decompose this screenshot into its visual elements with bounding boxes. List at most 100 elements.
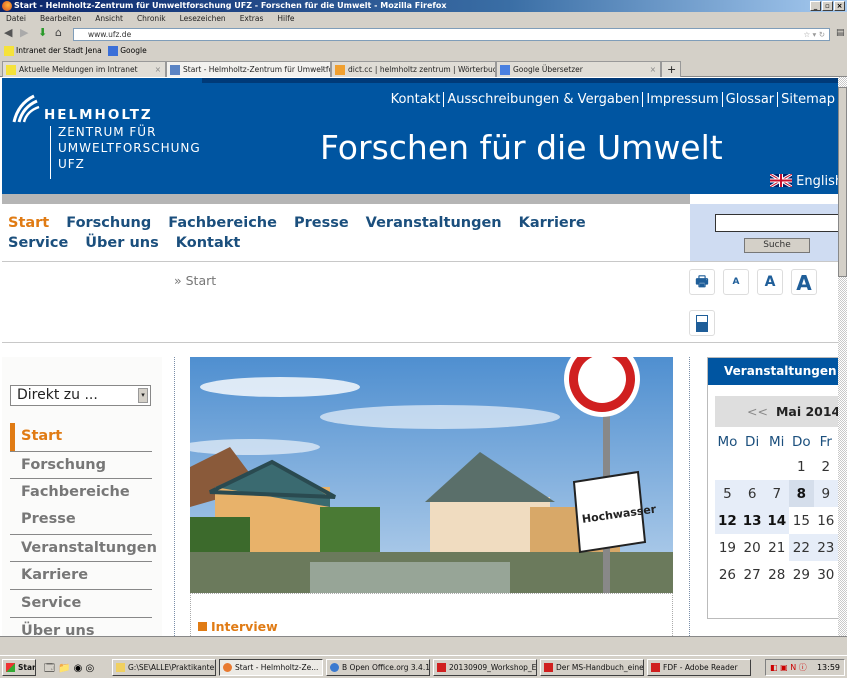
menu-lesezeichen[interactable]: Lesezeichen bbox=[180, 14, 226, 23]
side-item-veranstaltungen[interactable]: Veranstaltungen bbox=[10, 533, 157, 562]
calendar-day[interactable]: 15 bbox=[789, 507, 814, 534]
calendar-day[interactable]: 21 bbox=[764, 534, 789, 561]
side-item-forschung[interactable]: Forschung bbox=[10, 450, 152, 479]
toplink-kontakt[interactable]: Kontakt bbox=[388, 92, 444, 107]
font-normal-button[interactable]: A bbox=[757, 269, 783, 295]
taskbar-item[interactable]: B Open Office.org 3.4.1 bbox=[326, 659, 430, 676]
taskbar-item[interactable]: G:\SE\ALLE\Praktikanten ... bbox=[112, 659, 216, 676]
calendar-day[interactable]: 22 bbox=[789, 534, 814, 561]
teaser-label[interactable]: Interview bbox=[198, 619, 278, 634]
tab-intranet[interactable]: Aktuelle Meldungen im Intranet × bbox=[2, 61, 166, 77]
font-smaller-button[interactable]: A bbox=[723, 269, 749, 295]
bookmark-intranet[interactable]: Intranet der Stadt Jena bbox=[16, 46, 102, 55]
side-item-ueber-uns[interactable]: Über uns bbox=[10, 616, 152, 636]
nav-start[interactable]: Start bbox=[8, 215, 49, 231]
tab-google-translate[interactable]: Google Übersetzer × bbox=[496, 61, 661, 77]
home-icon[interactable]: ⌂ bbox=[55, 27, 62, 39]
horizontal-scrollbar[interactable] bbox=[0, 636, 847, 645]
calendar-day[interactable]: 6 bbox=[739, 480, 765, 507]
menu-chronik[interactable]: Chronik bbox=[137, 14, 166, 23]
direkt-zu-select[interactable]: Direkt zu ... ▾ bbox=[10, 385, 151, 406]
translate-icon bbox=[500, 65, 510, 75]
close-tab-icon[interactable]: × bbox=[155, 62, 161, 77]
side-item-presse[interactable]: Presse bbox=[10, 506, 152, 534]
download-icon[interactable]: ⬇ bbox=[38, 27, 47, 39]
url-bar[interactable]: www.ufz.de ☆ ▾ ↻ bbox=[73, 28, 830, 41]
side-item-service[interactable]: Service bbox=[10, 589, 152, 617]
prev-month-button[interactable]: << bbox=[747, 404, 768, 419]
quicklaunch-icons[interactable]: 🗔 📁 ◉ ◎ bbox=[44, 661, 94, 678]
calendar-day[interactable]: 16 bbox=[814, 507, 838, 534]
calendar-day[interactable]: 19 bbox=[715, 534, 740, 561]
close-button[interactable]: × bbox=[834, 1, 845, 11]
calendar-day-event[interactable]: 13 bbox=[739, 507, 765, 534]
menu-bearbeiten[interactable]: Bearbeiten bbox=[40, 14, 81, 23]
close-tab-icon[interactable]: × bbox=[650, 62, 656, 77]
tab-label: dict.cc | helmholtz zentrum | Wörterbuch… bbox=[348, 65, 496, 74]
search-button[interactable]: Suche bbox=[744, 238, 810, 253]
start-button[interactable]: Start bbox=[2, 659, 36, 676]
taskbar-item[interactable]: FDF - Adobe Reader bbox=[647, 659, 751, 676]
calendar-day[interactable]: 28 bbox=[764, 561, 789, 588]
menu-hilfe[interactable]: Hilfe bbox=[277, 14, 294, 23]
forward-icon[interactable]: ▶ bbox=[20, 27, 28, 39]
nav-service[interactable]: Service bbox=[8, 235, 68, 251]
toplink-glossar[interactable]: Glossar bbox=[721, 92, 778, 107]
nav-veranstaltungen[interactable]: Veranstaltungen bbox=[366, 215, 502, 231]
new-tab-button[interactable]: + bbox=[661, 61, 681, 77]
bookmark-google[interactable]: Google bbox=[120, 46, 146, 55]
side-item-start[interactable]: Start bbox=[10, 423, 152, 451]
nav-fachbereiche[interactable]: Fachbereiche bbox=[168, 215, 277, 231]
vertical-scrollbar-thumb[interactable] bbox=[838, 87, 847, 277]
print-page-icon[interactable]: 🖶 bbox=[689, 269, 715, 295]
calendar-day[interactable]: 29 bbox=[789, 561, 814, 588]
nav-karriere[interactable]: Karriere bbox=[519, 215, 586, 231]
calendar-day[interactable]: 23 bbox=[813, 534, 838, 561]
close-tab-icon[interactable]: × bbox=[485, 62, 491, 77]
calendar-day[interactable]: 30 bbox=[814, 561, 838, 588]
close-tab-icon[interactable]: × bbox=[320, 62, 326, 77]
menu-datei[interactable]: Datei bbox=[6, 14, 26, 23]
taskbar-item[interactable]: Der MS-Handbuch_einen... bbox=[540, 659, 644, 676]
tab-ufz[interactable]: Start - Helmholtz-Zentrum für Umweltfors… bbox=[166, 61, 331, 77]
hero-image[interactable]: Hochwasser bbox=[190, 357, 673, 593]
font-larger-button[interactable]: A bbox=[791, 269, 817, 295]
side-item-karriere[interactable]: Karriere bbox=[10, 561, 152, 589]
taskbar-item[interactable]: 20130909_Workshop_Es... bbox=[433, 659, 537, 676]
minimize-button[interactable]: _ bbox=[810, 1, 821, 11]
nav-kontakt[interactable]: Kontakt bbox=[176, 235, 241, 251]
nav-forschung[interactable]: Forschung bbox=[66, 215, 151, 231]
nav-ueber-uns[interactable]: Über uns bbox=[85, 235, 158, 251]
tab-dict[interactable]: dict.cc | helmholtz zentrum | Wörterbuch… bbox=[331, 61, 496, 77]
tray-icons[interactable]: ◧ ▣ N ⓘ bbox=[766, 660, 807, 675]
contrast-icon[interactable] bbox=[689, 310, 715, 336]
maximize-button[interactable]: ▫ bbox=[822, 1, 833, 11]
bookmark-star-icon[interactable]: ☆ ▾ ↻ bbox=[803, 29, 825, 40]
back-icon[interactable]: ◀ bbox=[4, 27, 12, 39]
calendar-day bbox=[715, 453, 740, 480]
side-item-fachbereiche[interactable]: Fachbereiche bbox=[10, 478, 152, 506]
language-switch[interactable]: English bbox=[770, 174, 843, 189]
search-input[interactable] bbox=[715, 214, 838, 232]
calendar-day[interactable]: 20 bbox=[740, 534, 765, 561]
taskbar-item-active[interactable]: Start - Helmholtz-Ze... bbox=[219, 659, 323, 676]
font-normal-label: A bbox=[764, 274, 776, 290]
calendar-day[interactable]: 7 bbox=[764, 480, 790, 507]
calendar-day-event[interactable]: 14 bbox=[764, 507, 790, 534]
toplink-impressum[interactable]: Impressum bbox=[642, 92, 722, 107]
menu-ansicht[interactable]: Ansicht bbox=[95, 14, 123, 23]
toplink-sitemap[interactable]: Sitemap bbox=[777, 92, 838, 107]
calendar-day[interactable]: 5 bbox=[715, 480, 740, 507]
print-icon[interactable]: ▤ bbox=[836, 27, 845, 39]
calendar-day[interactable]: 27 bbox=[740, 561, 765, 588]
weekday-header: Di bbox=[745, 433, 760, 450]
calendar-day[interactable]: 26 bbox=[715, 561, 740, 588]
calendar-day[interactable]: 1 bbox=[789, 453, 814, 480]
nav-presse[interactable]: Presse bbox=[294, 215, 349, 231]
calendar-day-event[interactable]: 12 bbox=[715, 507, 740, 534]
menu-extras[interactable]: Extras bbox=[240, 14, 264, 23]
calendar-day-today[interactable]: 8 bbox=[789, 480, 814, 507]
toplink-ausschreibungen[interactable]: Ausschreibungen & Vergaben bbox=[443, 92, 643, 107]
calendar-day[interactable]: 9 bbox=[813, 480, 838, 507]
calendar-day[interactable]: 2 bbox=[814, 453, 838, 480]
